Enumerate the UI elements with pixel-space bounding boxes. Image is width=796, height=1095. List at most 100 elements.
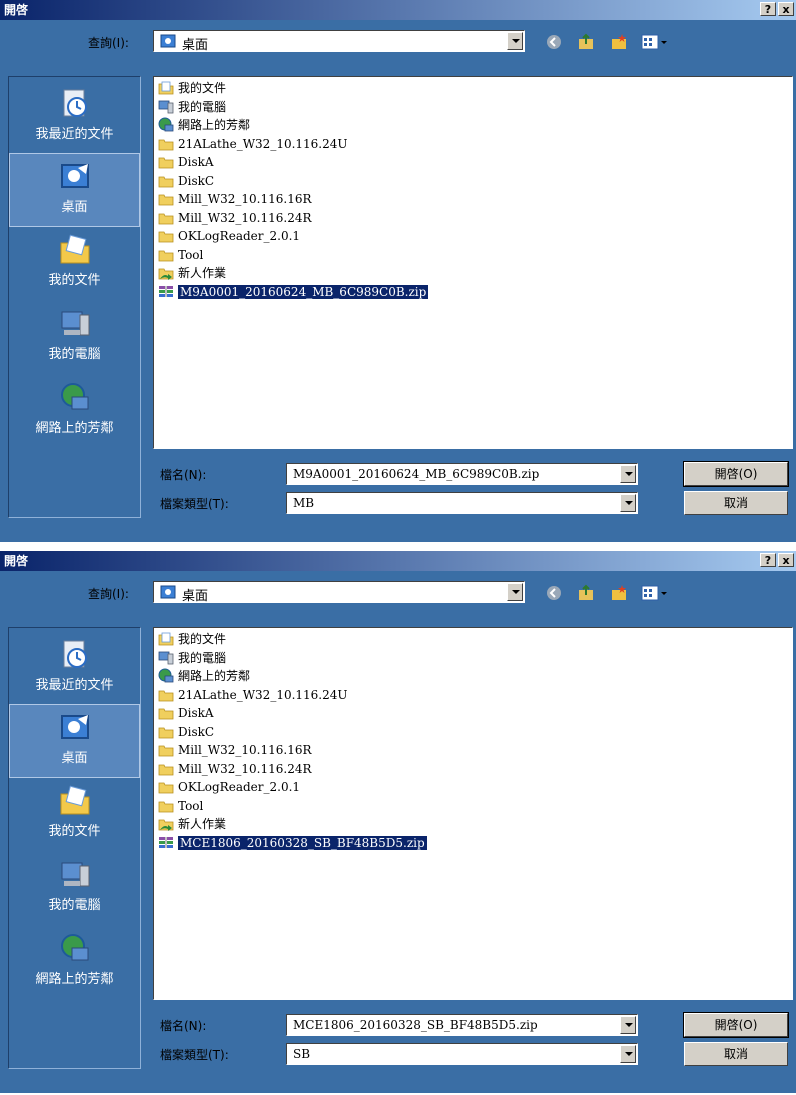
file-list-item[interactable]: Mill_W32_10.116.24R xyxy=(158,760,312,778)
file-list-item[interactable]: 我的電腦 xyxy=(158,649,226,667)
recent-documents-icon xyxy=(63,640,87,668)
help-button[interactable]: ? xyxy=(760,553,776,567)
zip-archive-icon xyxy=(159,285,173,297)
file-name: Mill_W32_10.116.16R xyxy=(178,743,312,757)
view-menu-icon[interactable] xyxy=(641,33,669,51)
up-folder-icon[interactable] xyxy=(577,33,595,51)
file-list-item[interactable]: DiskC xyxy=(158,172,214,190)
back-icon[interactable] xyxy=(545,584,563,602)
open-button[interactable]: 開啓(O) xyxy=(683,461,789,487)
folder-icon xyxy=(158,690,174,701)
place-label: 網路上的芳鄰 xyxy=(35,421,114,436)
file-list-item[interactable]: DiskA xyxy=(158,153,214,171)
view-menu-icon[interactable] xyxy=(641,584,669,602)
file-name: 我的文件 xyxy=(178,632,227,646)
filetype-select[interactable]: MB xyxy=(286,492,638,514)
filetype-select[interactable]: SB xyxy=(286,1043,638,1065)
file-name: 21ALathe_W32_10.116.24U xyxy=(178,136,348,151)
look-in-combo[interactable]: 桌面 xyxy=(153,581,525,604)
file-list-item[interactable]: 21ALathe_W32_10.116.24U xyxy=(158,135,348,153)
file-name: OKLogReader_2.0.1 xyxy=(178,229,301,243)
place-label: 我最近的文件 xyxy=(35,678,114,693)
file-list[interactable]: 我的文件我的電腦網路上的芳鄰 21ALathe_W32_10.116.24U Dis… xyxy=(153,627,793,1000)
file-name: Mill_W32_10.116.24R xyxy=(178,210,312,225)
network-places-icon xyxy=(60,383,88,410)
file-list-item[interactable]: Tool xyxy=(158,797,203,815)
file-list-item[interactable]: OKLogReader_2.0.1 xyxy=(158,778,300,796)
file-list-item[interactable]: 我的電腦 xyxy=(158,98,226,116)
file-list-item[interactable]: 新人作業 xyxy=(158,264,226,282)
file-list-item[interactable]: OKLogReader_2.0.1 xyxy=(158,227,300,245)
filename-input[interactable]: M9A0001_20160624_MB_6C989C0B.zip xyxy=(286,463,638,485)
filename-dropdown-button[interactable] xyxy=(620,465,636,483)
look-in-dropdown-button[interactable] xyxy=(507,32,523,50)
look-in-combo[interactable]: 桌面 xyxy=(153,30,525,53)
new-folder-icon[interactable] xyxy=(610,33,628,51)
back-icon[interactable] xyxy=(545,33,563,51)
file-list-item[interactable]: MCE1806_20160328_SB_BF48B5D5.zip xyxy=(158,834,427,852)
close-button[interactable]: x xyxy=(778,553,794,567)
file-list-item[interactable]: Mill_W32_10.116.16R xyxy=(158,741,312,759)
file-name: 新人作業 xyxy=(178,817,227,831)
folder-icon xyxy=(158,782,174,794)
open-dialog-2: 開啓 ? x 查詢(I): 桌面 我最近的文件 桌面 我的文件 我的電腦 網路上… xyxy=(0,551,796,1093)
desktop-icon xyxy=(60,715,89,739)
my-documents-icon xyxy=(60,234,89,264)
filename-dropdown-button[interactable] xyxy=(620,1016,636,1034)
place-desktop[interactable]: 桌面 xyxy=(9,704,140,778)
file-list-item[interactable]: 新人作業 xyxy=(158,815,226,833)
folder-icon xyxy=(158,727,174,738)
file-name: MCE1806_20160328_SB_BF48B5D5.zip xyxy=(178,835,427,850)
place-my-computer[interactable]: 我的電腦 xyxy=(9,852,140,926)
place-label: 我的文件 xyxy=(48,824,101,839)
look-in-dropdown-button[interactable] xyxy=(507,583,523,601)
folder-icon xyxy=(158,250,174,261)
place-label: 我最近的文件 xyxy=(35,127,114,142)
close-button[interactable]: x xyxy=(778,2,794,16)
up-folder-icon[interactable] xyxy=(577,584,595,602)
title-bar[interactable]: 開啓 ? x xyxy=(0,551,796,571)
file-list-item[interactable]: 網路上的芳鄰 xyxy=(158,667,250,685)
file-list-item[interactable]: Mill_W32_10.116.16R xyxy=(158,190,312,208)
look-in-value: 桌面 xyxy=(182,38,209,53)
network-places-icon xyxy=(60,934,88,961)
file-list[interactable]: 我的文件 我的電腦網路上的芳鄰 21ALathe_W32_10.116.24U Dis… xyxy=(153,76,793,449)
file-list-item[interactable]: Mill_W32_10.116.24R xyxy=(158,209,312,227)
file-name: M9A0001_20160624_MB_6C989C0B.zip xyxy=(178,284,429,299)
file-list-item[interactable]: 我的文件 xyxy=(158,630,226,648)
place-my-documents[interactable]: 我的文件 xyxy=(9,227,140,301)
place-label: 我的文件 xyxy=(48,273,101,288)
file-list-item[interactable]: M9A0001_20160624_MB_6C989C0B.zip xyxy=(158,283,429,301)
place-network[interactable]: 網路上的芳鄰 xyxy=(9,375,140,449)
file-name: DiskA xyxy=(178,155,214,169)
file-name: 網路上的芳鄰 xyxy=(178,118,251,132)
cancel-button[interactable]: 取消 xyxy=(684,491,788,515)
file-list-item[interactable]: 21ALathe_W32_10.116.24U xyxy=(158,686,348,704)
file-list-item[interactable]: Tool xyxy=(158,246,203,264)
place-recent[interactable]: 我最近的文件 xyxy=(9,81,140,155)
title-bar[interactable]: 開啓 ? x xyxy=(0,0,796,20)
place-recent[interactable]: 我最近的文件 xyxy=(9,632,140,706)
place-label: 桌面 xyxy=(61,751,88,766)
folder-icon xyxy=(158,708,174,720)
file-list-item[interactable]: DiskC xyxy=(158,723,214,741)
computer-icon xyxy=(158,100,174,113)
desktop-icon xyxy=(160,34,176,48)
filetype-dropdown-button[interactable] xyxy=(620,1045,636,1063)
file-name: 21ALathe_W32_10.116.24U xyxy=(178,687,348,702)
file-list-item[interactable]: DiskA xyxy=(158,704,214,722)
filetype-dropdown-button[interactable] xyxy=(620,494,636,512)
place-my-documents[interactable]: 我的文件 xyxy=(9,778,140,852)
cancel-button[interactable]: 取消 xyxy=(684,1042,788,1066)
file-name: 我的電腦 xyxy=(178,650,227,665)
place-network[interactable]: 網路上的芳鄰 xyxy=(9,926,140,1000)
help-button[interactable]: ? xyxy=(760,2,776,16)
file-list-item[interactable]: 網路上的芳鄰 xyxy=(158,116,250,134)
filename-input[interactable]: MCE1806_20160328_SB_BF48B5D5.zip xyxy=(286,1014,638,1036)
open-button[interactable]: 開啓(O) xyxy=(683,1012,789,1038)
file-name: Mill_W32_10.116.24R xyxy=(178,761,312,776)
file-list-item[interactable]: 我的文件 xyxy=(158,79,226,97)
new-folder-icon[interactable] xyxy=(610,584,628,602)
place-desktop[interactable]: 桌面 xyxy=(9,153,140,227)
place-my-computer[interactable]: 我的電腦 xyxy=(9,301,140,375)
